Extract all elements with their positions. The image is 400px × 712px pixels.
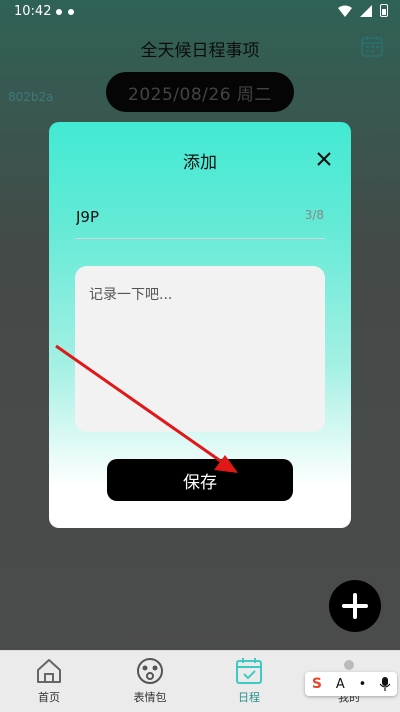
calendar-icon[interactable] [360, 34, 384, 58]
ime-a-button[interactable]: A [336, 677, 345, 692]
nav-item-home[interactable]: 首页 [19, 657, 79, 705]
save-button[interactable]: 保存 [107, 459, 293, 501]
input-divider [75, 238, 325, 239]
date-text: 2025/08/26 周二 [128, 84, 272, 105]
nav-label: 表情包 [133, 691, 167, 704]
battery-icon [380, 4, 388, 17]
status-icons [338, 4, 388, 17]
notification-dot-icon [56, 9, 62, 15]
mic-icon[interactable] [380, 677, 391, 691]
status-time: 10:42 [14, 4, 52, 19]
signal-icon [360, 4, 372, 17]
ime-toolbar[interactable]: S A • [305, 672, 397, 696]
ime-logo-icon[interactable]: S [312, 676, 322, 692]
calendar-check-icon [236, 658, 262, 684]
dialog-title: 添加 [183, 153, 217, 173]
wifi-icon [338, 5, 352, 17]
save-button-label: 保存 [183, 472, 217, 493]
add-dialog: 添加 3/8 保存 [49, 122, 351, 528]
note-textarea[interactable] [75, 266, 325, 432]
nav-label: 首页 [38, 691, 60, 704]
home-icon [37, 659, 61, 683]
color-code-label: 802b2a [8, 90, 54, 104]
nav-item-emoji[interactable]: 表情包 [120, 657, 180, 705]
nav-item-schedule[interactable]: 日程 [219, 657, 279, 705]
nav-label: 日程 [238, 691, 260, 704]
ime-dots-button[interactable]: • [359, 677, 367, 692]
close-icon[interactable] [317, 152, 331, 166]
page-title: 全天候日程事项 [140, 41, 260, 61]
notification-dot-icon [68, 9, 74, 15]
add-fab-button[interactable] [329, 580, 381, 632]
status-bar: 10:42 [0, 0, 400, 24]
char-counter: 3/8 [304, 208, 324, 222]
plus-icon [342, 593, 368, 619]
date-selector[interactable]: 2025/08/26 周二 [106, 72, 294, 112]
title-input[interactable] [76, 206, 296, 228]
emoji-icon [137, 658, 163, 684]
